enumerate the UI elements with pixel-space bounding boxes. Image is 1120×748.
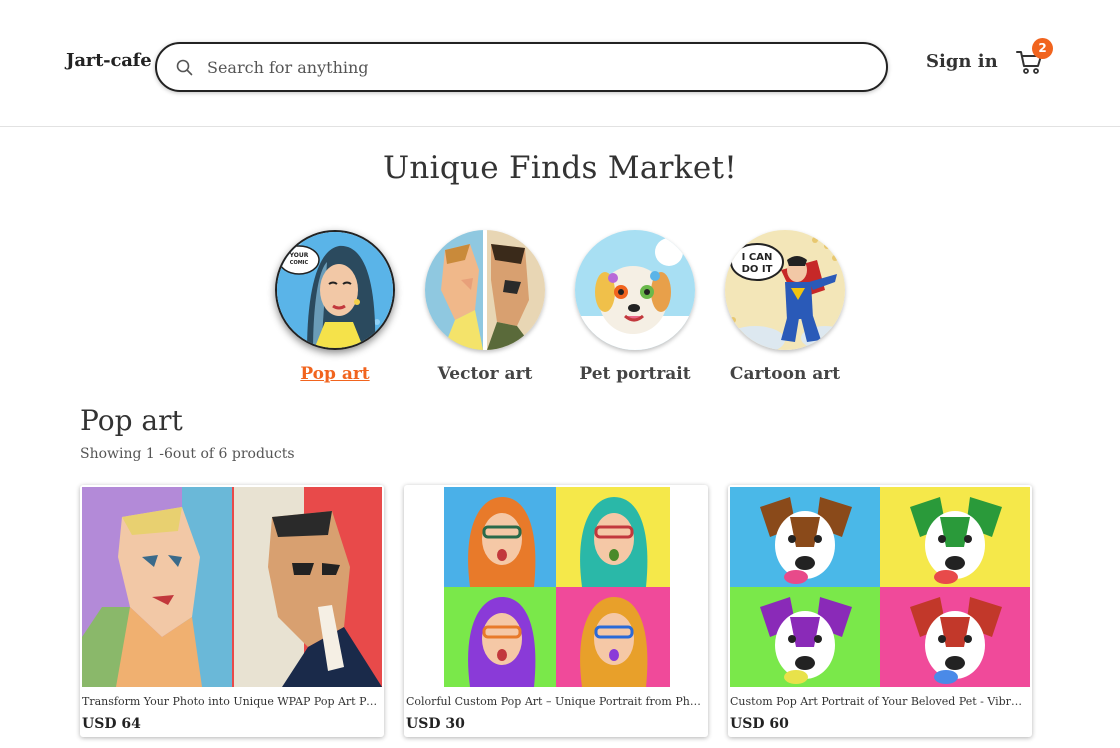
product-price: USD 64 xyxy=(82,716,141,732)
category-image-vector-art[interactable] xyxy=(425,230,545,350)
svg-text:YOUR: YOUR xyxy=(289,252,309,259)
product-card[interactable]: Transform Your Photo into Unique WPAP Po… xyxy=(80,485,384,737)
svg-text:DO IT: DO IT xyxy=(742,264,773,275)
svg-text:I CAN: I CAN xyxy=(742,252,773,263)
section-title: Pop art xyxy=(80,404,183,437)
product-title[interactable]: Colorful Custom Pop Art – Unique Portrai… xyxy=(406,695,704,708)
product-title[interactable]: Transform Your Photo into Unique WPAP Po… xyxy=(82,695,380,708)
category-image-pop-art[interactable]: YOUR COMIC xyxy=(275,230,395,350)
search-input[interactable] xyxy=(207,54,867,80)
category-label[interactable]: Pop art xyxy=(272,364,398,384)
search-icon[interactable] xyxy=(175,58,195,78)
site-header: Jart-cafe Sign in 2 xyxy=(0,0,1120,127)
category-image-cartoon-art[interactable]: I CAN DO IT xyxy=(725,230,845,350)
sign-in-button[interactable]: Sign in xyxy=(926,51,998,72)
search-bar[interactable] xyxy=(155,42,888,92)
product-card[interactable]: Colorful Custom Pop Art – Unique Portrai… xyxy=(404,485,708,737)
product-image[interactable] xyxy=(82,487,382,687)
product-price: USD 60 xyxy=(730,716,789,732)
product-image[interactable] xyxy=(406,487,706,687)
page-headline: Unique Finds Market! xyxy=(382,150,738,186)
results-count: Showing 1 -6out of 6 products xyxy=(80,446,295,462)
category-pet-portrait[interactable]: Pet portrait xyxy=(572,230,698,384)
product-title[interactable]: Custom Pop Art Portrait of Your Beloved … xyxy=(730,695,1028,708)
category-label[interactable]: Cartoon art xyxy=(722,364,848,384)
svg-text:COMIC: COMIC xyxy=(290,260,309,266)
category-vector-art[interactable]: Vector art xyxy=(422,230,548,384)
category-cartoon-art[interactable]: I CAN DO IT Cartoon art xyxy=(722,230,848,384)
product-price: USD 30 xyxy=(406,716,465,732)
cart-count-badge: 2 xyxy=(1032,38,1053,59)
category-list: YOUR COMIC Pop art Vector art Pet portra… xyxy=(272,230,852,390)
site-logo[interactable]: Jart-cafe xyxy=(66,50,152,71)
category-label[interactable]: Pet portrait xyxy=(572,364,698,384)
category-image-pet-portrait[interactable] xyxy=(575,230,695,350)
category-pop-art[interactable]: YOUR COMIC Pop art xyxy=(272,230,398,384)
product-card[interactable]: Custom Pop Art Portrait of Your Beloved … xyxy=(728,485,1032,737)
product-image[interactable] xyxy=(730,487,1030,687)
category-label[interactable]: Vector art xyxy=(422,364,548,384)
